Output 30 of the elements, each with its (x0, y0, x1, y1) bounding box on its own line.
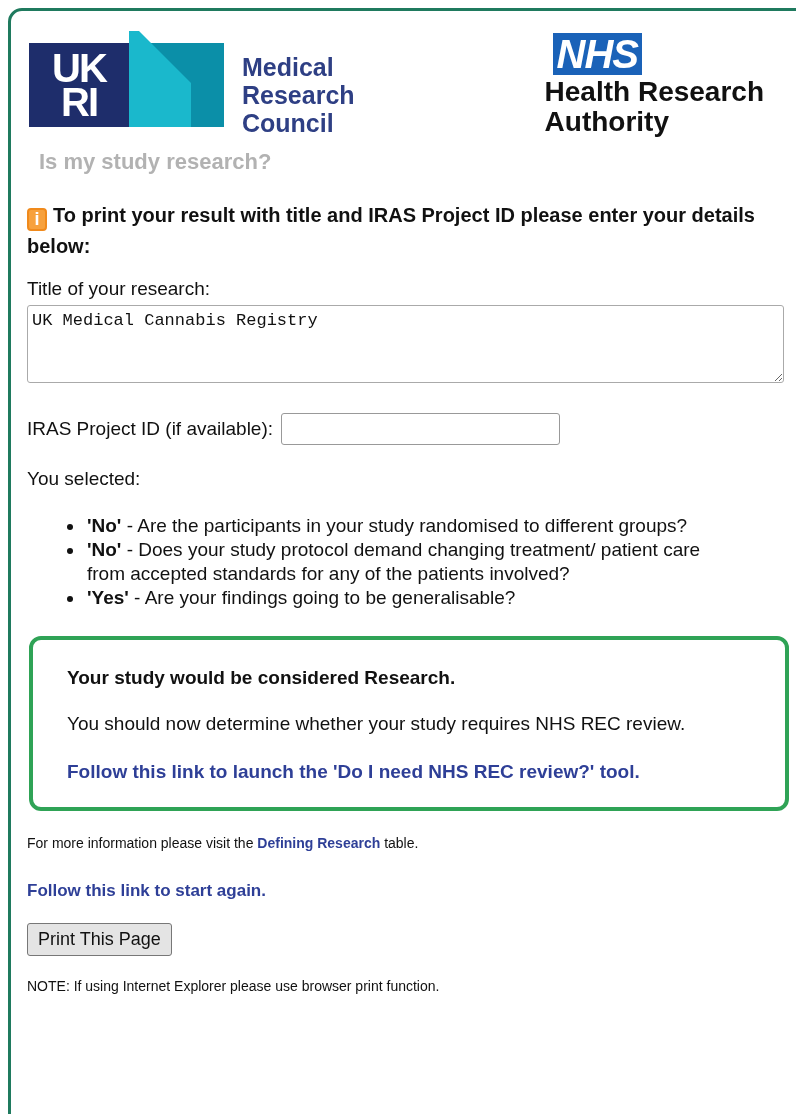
page-title: Is my study research? (39, 148, 273, 176)
answer-text: 'No' - Does your study protocol demand changing treatment/ patient care from accepted standards for any of the patients involved? (87, 537, 702, 586)
field-label: Title of your research: (27, 276, 212, 301)
field-label: IRAS Project ID (if available): (27, 416, 274, 441)
result-text: You should now determine whether your study requires NHS REC review. (67, 712, 687, 736)
more-info-text: For more information please visit the Defining Research table. (27, 833, 420, 853)
bullet-icon (67, 595, 73, 602)
answer-text: 'No' - Are the participants in your study randomised to different groups? (87, 513, 688, 538)
info-icon: i (27, 207, 47, 231)
logo-text: Authority (544, 107, 670, 137)
bullet-icon (67, 547, 73, 554)
title-input[interactable]: UK Medical Cannabis Registry (27, 305, 784, 383)
project-id-input[interactable] (281, 413, 561, 445)
note-text: NOTE: If using Internet Explorer please use browser print function. (27, 977, 441, 996)
logo-text: UK (52, 51, 106, 85)
start-again-link[interactable]: Follow this link to start again. (27, 877, 785, 903)
nhs-logo: NHS (552, 33, 643, 75)
bullet-icon (67, 523, 73, 530)
logo-text: RI (61, 85, 97, 119)
print-button[interactable]: Print This Page (27, 923, 172, 956)
notice-text: i To print your result with title and IRAS Project ID please enter your details below: (27, 203, 756, 259)
logo-text: Council (242, 109, 335, 137)
selected-label: You selected: (27, 467, 142, 491)
rec-review-link[interactable]: Follow this link to launch the 'Do I need NHS REC review?' tool. (67, 758, 765, 787)
logo-text: Research (242, 81, 355, 109)
logo-text: Health Research (544, 77, 764, 107)
answer-text: 'Yes' - Are your findings going to be generalisable? (87, 585, 516, 610)
defining-research-link[interactable]: Defining Research (257, 834, 381, 851)
result-heading: Your study would be considered Research. (67, 665, 457, 690)
logo-text: Medical (242, 53, 335, 81)
